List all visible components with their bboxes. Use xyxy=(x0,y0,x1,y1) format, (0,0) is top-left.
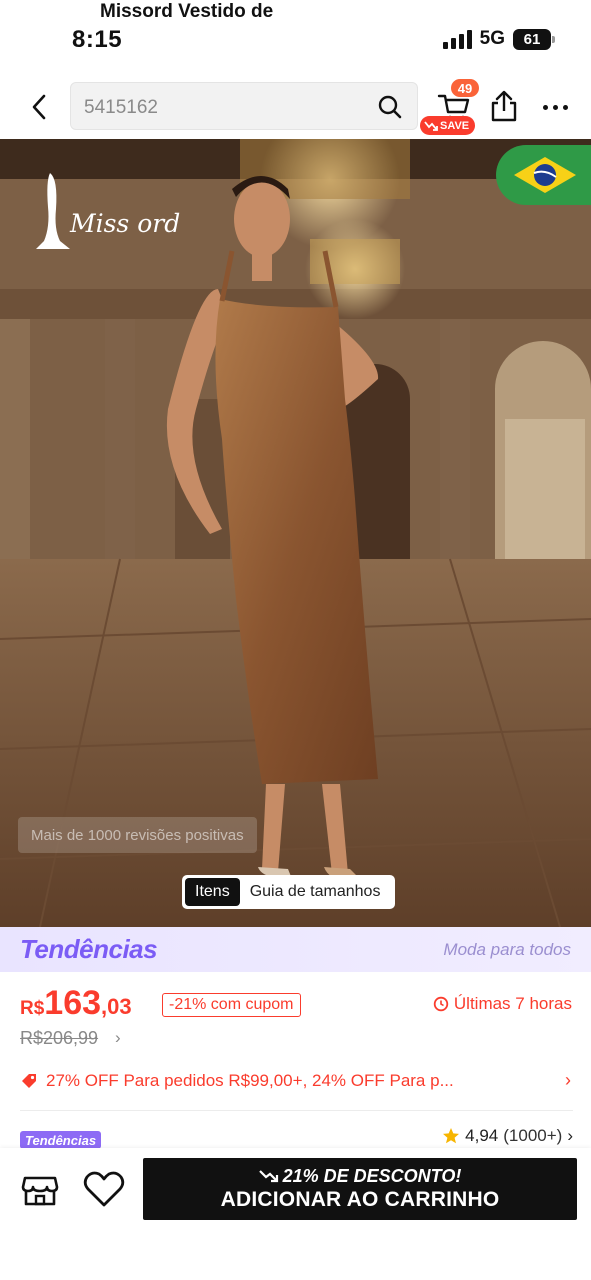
coupon-badge: -21% com cupom xyxy=(162,993,301,1017)
reviews-highlight: Mais de 1000 revisões positivas xyxy=(18,817,257,853)
store-button[interactable] xyxy=(20,1170,60,1210)
search-input[interactable]: 5415162 xyxy=(70,82,418,130)
heart-icon xyxy=(83,1171,125,1207)
rating-value: 4,94 xyxy=(465,1126,499,1145)
clock-icon xyxy=(433,996,449,1012)
brand-name: Miss ord xyxy=(70,209,181,238)
rating-summary[interactable]: 4,94 (1000+) › xyxy=(442,1126,573,1146)
search-icon[interactable] xyxy=(377,94,403,120)
more-dot-icon xyxy=(552,104,558,110)
rating-count: (1000+) xyxy=(503,1126,563,1145)
trends-tagline: Moda para todos xyxy=(443,940,571,959)
chevron-left-icon xyxy=(32,94,46,120)
timer-label: Últimas 7 horas xyxy=(453,994,572,1013)
trends-banner[interactable]: Tendências Moda para todos xyxy=(0,927,591,972)
trends-tag: Tendências xyxy=(20,1131,102,1149)
store-icon xyxy=(21,1176,59,1206)
more-options-button[interactable] xyxy=(538,92,572,122)
divider xyxy=(20,1110,573,1111)
trend-down-icon xyxy=(424,120,438,131)
tab-itens[interactable]: Itens xyxy=(185,878,240,906)
tag-icon xyxy=(22,1074,36,1088)
nav-bar: 5415162 49 SAVE xyxy=(0,78,591,138)
image-view-tabs: Itens Guia de tamanhos xyxy=(182,875,396,909)
chevron-right-icon: › xyxy=(567,1126,573,1145)
save-label: SAVE xyxy=(440,119,470,132)
price-currency: R$ xyxy=(20,998,45,1019)
discount-label: 21% DE DESCONTO! xyxy=(282,1166,462,1186)
price-cents: ,03 xyxy=(101,994,132,1019)
price: R$ 163 ,03 xyxy=(20,984,132,1024)
more-dot-icon xyxy=(562,104,568,110)
original-price[interactable]: R$206,99 xyxy=(20,1028,98,1049)
add-to-cart-button[interactable]: 21% DE DESCONTO! ADICIONAR AO CARRINHO xyxy=(143,1158,577,1220)
brazil-flag-icon xyxy=(514,157,576,193)
wishlist-button[interactable] xyxy=(82,1170,126,1210)
cart-count-badge: 49 xyxy=(450,78,480,98)
network-label: 5G xyxy=(479,28,505,49)
trend-down-icon xyxy=(258,1170,278,1183)
tab-size-guide[interactable]: Guia de tamanhos xyxy=(240,883,393,901)
chevron-right-icon[interactable]: › xyxy=(115,1028,121,1048)
more-dot-icon xyxy=(542,104,548,110)
trends-logo: Tendências xyxy=(20,934,158,964)
product-image[interactable]: Miss ord Mais de 1000 revisões positivas… xyxy=(0,139,591,927)
share-icon xyxy=(491,90,517,122)
status-time: 8:15 xyxy=(72,26,123,53)
discount-line: 21% DE DESCONTO! xyxy=(258,1165,462,1187)
timer: Últimas 7 horas xyxy=(433,994,572,1014)
battery-icon: 61 xyxy=(513,28,555,50)
bottom-action-bar: 21% DE DESCONTO! ADICIONAR AO CARRINHO xyxy=(0,1148,591,1280)
country-flag-button[interactable] xyxy=(496,145,591,205)
star-icon xyxy=(443,1128,460,1144)
battery-level: 61 xyxy=(523,30,541,48)
add-to-cart-label: ADICIONAR AO CARRINHO xyxy=(220,1188,500,1211)
back-button[interactable] xyxy=(22,90,56,124)
price-integer: 163 xyxy=(44,984,102,1022)
promo-text: 27% OFF Para pedidos R$99,00+, 24% OFF P… xyxy=(46,1071,454,1090)
chevron-right-icon: › xyxy=(565,1070,571,1090)
signal-icon xyxy=(442,29,472,49)
share-button[interactable] xyxy=(488,88,520,124)
product-title: Missord Vestido de xyxy=(100,1,274,22)
status-indicators: 5G 61 xyxy=(442,28,555,50)
status-bar: 8:15 5G 61 xyxy=(0,0,591,78)
promo-row[interactable]: 27% OFF Para pedidos R$99,00+, 24% OFF P… xyxy=(20,1068,573,1094)
search-query: 5415162 xyxy=(84,97,158,118)
save-badge: SAVE xyxy=(420,116,476,135)
